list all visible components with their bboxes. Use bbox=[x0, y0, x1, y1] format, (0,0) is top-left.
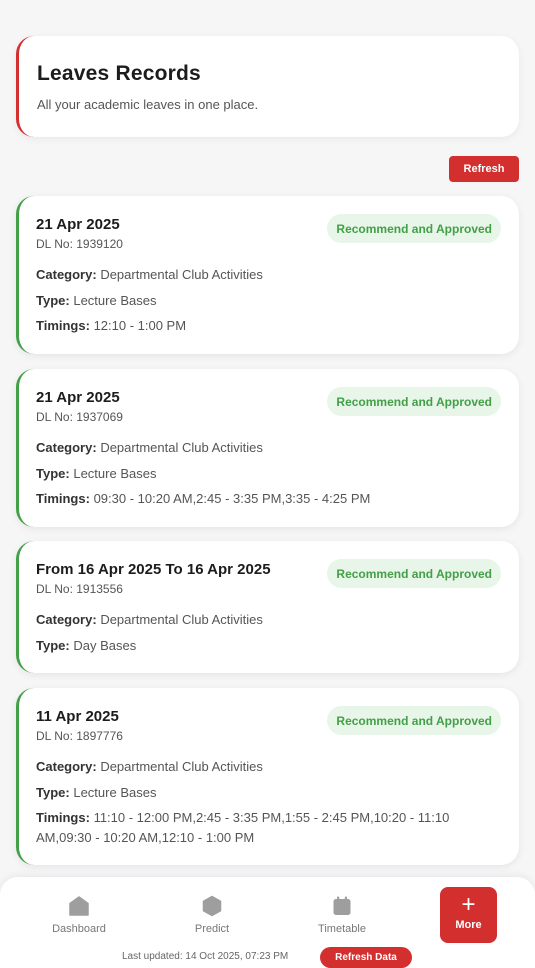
nav-timetable[interactable]: Timetable bbox=[297, 895, 387, 935]
leave-timings: Timings: 12:10 - 1:00 PM bbox=[36, 318, 187, 333]
leave-card[interactable]: From 16 Apr 2025 To 16 Apr 2025 DL No: 1… bbox=[16, 541, 519, 673]
leave-card[interactable]: 11 Apr 2025 DL No: 1897776 Recommend and… bbox=[16, 688, 519, 865]
page-subtitle: All your academic leaves in one place. bbox=[37, 97, 259, 112]
leave-type: Type: Lecture Bases bbox=[36, 292, 157, 308]
home-icon bbox=[69, 896, 89, 916]
leave-category: Category: Departmental Club Activities bbox=[36, 759, 263, 774]
nav-more-label: More bbox=[455, 919, 482, 931]
nav-dashboard-label: Dashboard bbox=[52, 923, 106, 935]
status-badge: Recommend and Approved bbox=[327, 706, 501, 735]
leave-type: Type: Lecture Bases bbox=[36, 784, 157, 800]
leave-type: Type: Day Bases bbox=[36, 637, 137, 653]
plus-icon: + bbox=[461, 891, 476, 918]
refresh-button[interactable]: Refresh bbox=[449, 156, 519, 182]
calendar-icon bbox=[333, 896, 351, 915]
hexagon-icon bbox=[202, 895, 222, 917]
nav-predict[interactable]: Predict bbox=[167, 895, 257, 935]
leave-timings: Timings: 11:10 - 12:00 PM,2:45 - 3:35 PM… bbox=[36, 810, 450, 845]
bottom-nav: Dashboard Predict Timetable + More Last … bbox=[0, 877, 535, 968]
leave-card[interactable]: 21 Apr 2025 DL No: 1937069 Recommend and… bbox=[16, 369, 519, 527]
nav-more-button[interactable]: + More bbox=[440, 887, 497, 943]
leave-category: Category: Departmental Club Activities bbox=[36, 612, 263, 627]
status-badge: Recommend and Approved bbox=[327, 387, 501, 416]
status-badge: Recommend and Approved bbox=[327, 559, 501, 588]
leave-card[interactable]: 21 Apr 2025 DL No: 1939120 Recommend and… bbox=[16, 196, 519, 354]
leave-category: Category: Departmental Club Activities bbox=[36, 440, 263, 455]
page-title: Leaves Records bbox=[37, 62, 201, 85]
refresh-data-button[interactable]: Refresh Data bbox=[320, 947, 412, 968]
page-header-card: Leaves Records All your academic leaves … bbox=[16, 36, 519, 137]
status-badge: Recommend and Approved bbox=[327, 214, 501, 243]
nav-predict-label: Predict bbox=[194, 923, 230, 935]
last-updated-text: Last updated: 14 Oct 2025, 07:23 PM bbox=[122, 951, 289, 962]
leave-type: Type: Lecture Bases bbox=[36, 465, 157, 481]
leave-category: Category: Departmental Club Activities bbox=[36, 267, 263, 282]
leave-timings: Timings: 09:30 - 10:20 AM,2:45 - 3:35 PM… bbox=[36, 491, 371, 506]
nav-timetable-label: Timetable bbox=[318, 923, 366, 935]
nav-dashboard[interactable]: Dashboard bbox=[34, 895, 124, 935]
